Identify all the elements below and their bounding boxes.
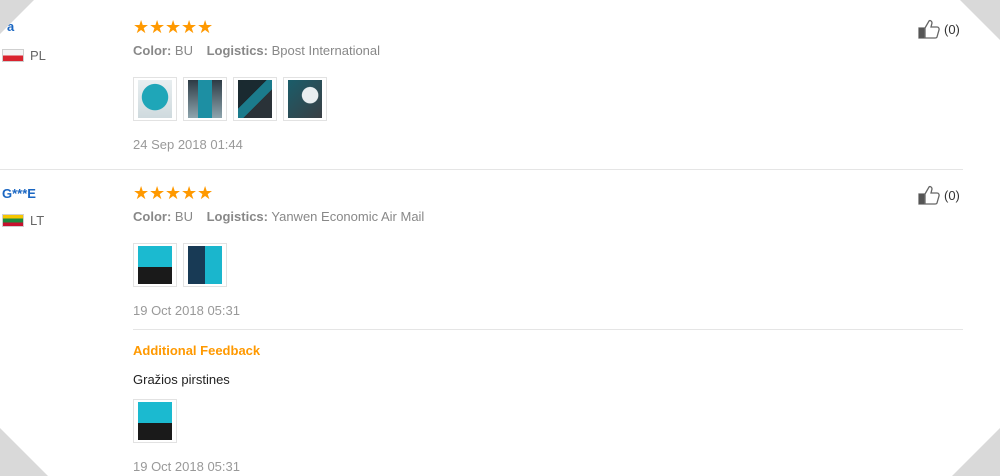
star-icon: ★ (181, 17, 198, 37)
review-item: *a PL ★ ★ ★ ★ ★ Color: BU Logistics: Bpo… (0, 0, 1000, 170)
star-icon: ★ (197, 183, 214, 203)
helpful-button[interactable]: (0) (918, 185, 960, 205)
glove-photo-image (238, 80, 272, 118)
helpful-button[interactable]: (0) (918, 19, 960, 39)
star-icon: ★ (149, 183, 166, 203)
star-icon: ★ (165, 183, 182, 203)
flag-pl-icon (2, 49, 24, 62)
review-photo-thumbnail[interactable] (133, 399, 177, 443)
additional-divider (133, 329, 963, 330)
logistics-label: Logistics: (206, 43, 268, 58)
frame-corner (0, 428, 48, 476)
logistics-value: Bpost International (271, 43, 381, 58)
review-list: *a PL ★ ★ ★ ★ ★ Color: BU Logistics: Bpo… (0, 0, 1000, 476)
review-date: 24 Sep 2018 01:44 (133, 137, 243, 152)
star-icon: ★ (165, 17, 182, 37)
color-value: BU (174, 209, 193, 224)
review-photo-thumbnail[interactable] (183, 77, 227, 121)
glove-photo-image (138, 80, 172, 118)
reviewer-country: PL (2, 48, 46, 63)
flag-lt-icon (2, 214, 24, 227)
review-item: G***E LT ★ ★ ★ ★ ★ Color: BU Logistics: … (0, 170, 1000, 476)
color-value: BU (174, 43, 193, 58)
logistics-label: Logistics: (206, 209, 268, 224)
additional-date: 19 Oct 2018 05:31 (133, 459, 240, 474)
thumbs-up-icon (918, 19, 942, 39)
frame-corner (952, 428, 1000, 476)
color-label: Color: (133, 43, 172, 58)
star-icon: ★ (197, 17, 214, 37)
review-photo-thumbnail[interactable] (233, 77, 277, 121)
glove-photo-image (188, 246, 222, 284)
review-photos (133, 243, 227, 287)
star-icon: ★ (133, 183, 150, 203)
glove-photo-image (138, 402, 172, 440)
review-date: 19 Oct 2018 05:31 (133, 303, 240, 318)
star-icon: ★ (149, 17, 166, 37)
country-code: PL (30, 48, 46, 63)
additional-feedback-text: Gražios pirstines (133, 372, 230, 387)
glove-photo-image (188, 80, 222, 118)
rating-stars: ★ ★ ★ ★ ★ (133, 17, 214, 37)
review-meta: Color: BU Logistics: Yanwen Economic Air… (133, 209, 434, 224)
additional-feedback-title: Additional Feedback (133, 343, 261, 358)
review-photo-thumbnail[interactable] (283, 77, 327, 121)
review-photo-thumbnail[interactable] (183, 243, 227, 287)
helpful-count: (0) (944, 187, 960, 203)
review-meta: Color: BU Logistics: Bpost International (133, 43, 390, 58)
color-label: Color: (133, 209, 172, 224)
logistics-value: Yanwen Economic Air Mail (271, 209, 425, 224)
rating-stars: ★ ★ ★ ★ ★ (133, 183, 214, 203)
frame-corner (0, 0, 34, 34)
star-icon: ★ (181, 183, 198, 203)
reviewer-name[interactable]: G***E (2, 186, 36, 201)
reviewer-country: LT (2, 213, 44, 228)
helpful-count: (0) (944, 21, 960, 37)
star-icon: ★ (133, 17, 150, 37)
thumbs-up-icon (918, 185, 942, 205)
country-code: LT (30, 213, 45, 228)
review-photos (133, 77, 327, 121)
additional-photos (133, 399, 177, 443)
review-photo-thumbnail[interactable] (133, 77, 177, 121)
review-photo-thumbnail[interactable] (133, 243, 177, 287)
glove-photo-image (288, 80, 322, 118)
glove-photo-image (138, 246, 172, 284)
frame-corner (960, 0, 1000, 40)
